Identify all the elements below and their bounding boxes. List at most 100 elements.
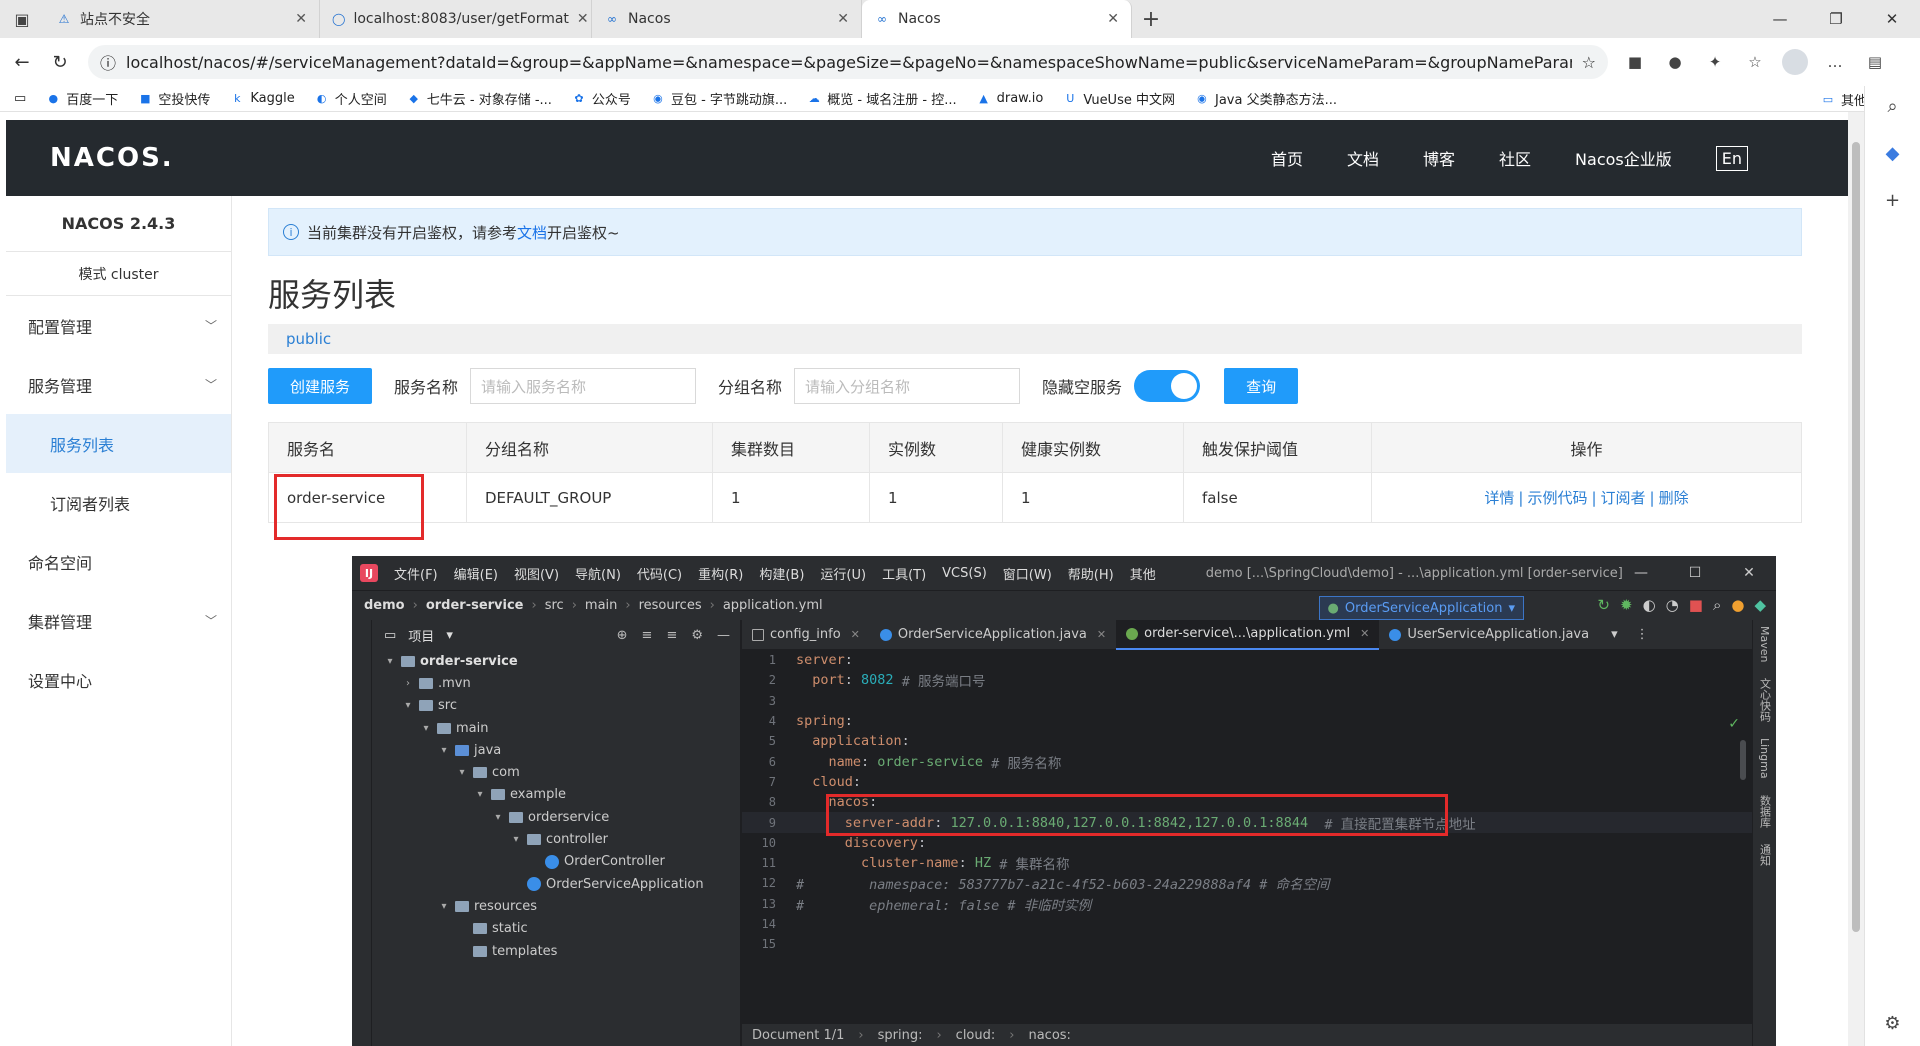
chevron-down-icon[interactable]: ▾ [446, 628, 453, 643]
crumb-main[interactable]: main [585, 598, 617, 613]
wenxin-tool[interactable]: 文心快码 [1757, 678, 1773, 722]
tree-item[interactable]: ▾ example [372, 784, 740, 806]
scroll-thumb[interactable] [1852, 142, 1860, 932]
menu-help[interactable]: 帮助(H) [1068, 564, 1114, 583]
bookmark-item[interactable]: ✿ 公众号 [572, 89, 631, 108]
bookmark-item[interactable]: ■ 空投快传 [138, 89, 210, 108]
code-line[interactable]: 15 [742, 934, 1776, 954]
menu-docs[interactable]: 文档 [1347, 146, 1379, 170]
close-tab-icon[interactable]: ✕ [295, 11, 307, 27]
tree-item[interactable]: ▾ main [372, 717, 740, 739]
close-tab-icon[interactable]: ✕ [577, 11, 589, 27]
tree-item[interactable]: ▾ controller [372, 828, 740, 850]
more-icon[interactable]: … [1822, 49, 1848, 75]
bookmark-item[interactable]: ◆ 七牛云 - 对象存储 -... [407, 89, 552, 108]
ai-assistant-icon[interactable]: ◆ [1754, 596, 1766, 614]
tree-item[interactable]: ▾ com [372, 761, 740, 783]
locate-icon[interactable]: ⊕ [617, 628, 628, 643]
language-toggle[interactable]: En [1715, 145, 1748, 171]
code-line[interactable]: 2 port: 8082 # 服务端口号 [742, 670, 1776, 690]
expand-all-icon[interactable]: ≡ [642, 628, 653, 643]
more-vert-icon[interactable]: ⋮ [1636, 627, 1649, 642]
bookmark-item[interactable]: ▲ draw.io [977, 91, 1043, 106]
chevron-down-icon[interactable]: ▾ [492, 812, 504, 823]
project-label[interactable]: 项目 [408, 626, 434, 645]
sidebar-toggle-icon[interactable]: ▤ [1862, 49, 1888, 75]
code-line[interactable]: 5 application: [742, 731, 1776, 751]
tag-icon[interactable]: ◆ [1886, 143, 1900, 164]
crumb-resources[interactable]: resources [639, 598, 702, 613]
status-path-nacos[interactable]: nacos: [1028, 1028, 1070, 1043]
ide-close-icon[interactable]: ✕ [1722, 556, 1776, 590]
tree-item[interactable]: ▾ src [372, 695, 740, 717]
delete-link[interactable]: 删除 [1659, 489, 1689, 507]
favorites-icon[interactable]: ☆ [1742, 49, 1768, 75]
tree-item[interactable]: ▾ orderservice [372, 806, 740, 828]
bookmark-item[interactable]: ◉ Java 父类静态方法... [1195, 89, 1337, 108]
sidebar-item-subscribers[interactable]: 订阅者列表 [6, 473, 231, 532]
debug-icon[interactable]: ✹ [1620, 596, 1633, 614]
browser-tab[interactable]: ⚠ 站点不安全 ✕ [44, 0, 320, 38]
group-name-input[interactable]: 请输入分组名称 [794, 368, 1021, 404]
extension-icon[interactable]: ■ [1622, 49, 1648, 75]
reload-icon[interactable]: ↻ [44, 46, 76, 78]
code-line[interactable]: 3 [742, 691, 1776, 711]
chevron-down-icon[interactable]: ▾ [420, 723, 432, 734]
tree-item[interactable]: OrderServiceApplication [372, 873, 740, 895]
bookmark-item[interactable]: ● 百度一下 [46, 89, 118, 108]
gear-icon[interactable]: ⚙ [691, 628, 703, 643]
close-tab-icon[interactable]: ✕ [1360, 627, 1369, 640]
lingma-tool[interactable]: Lingma [1758, 738, 1771, 779]
menu-run[interactable]: 运行(U) [820, 564, 866, 583]
tab-actions-icon[interactable]: ▣ [0, 0, 44, 38]
hide-empty-toggle[interactable] [1134, 370, 1201, 402]
site-info-icon[interactable]: ⓘ [100, 50, 116, 74]
sample-code-link[interactable]: 示例代码 [1527, 489, 1587, 507]
query-button[interactable]: 查询 [1224, 368, 1299, 404]
tree-item[interactable]: OrderController [372, 851, 740, 873]
add-icon[interactable]: + [1885, 190, 1900, 211]
cookie-icon[interactable]: ● [1662, 49, 1688, 75]
editor-tab[interactable]: config_info ✕ [742, 620, 870, 650]
maven-tool[interactable]: Maven [1758, 626, 1771, 662]
update-icon[interactable]: ● [1731, 596, 1744, 614]
code-line[interactable]: 13 # ephemeral: false # 非临时实例 [742, 894, 1776, 914]
sidebar-item-service[interactable]: 服务管理 ﹀ [6, 355, 231, 414]
status-path-spring[interactable]: spring: [878, 1028, 923, 1043]
menu-build[interactable]: 构建(B) [759, 564, 804, 583]
tree-item[interactable]: › .mvn [372, 672, 740, 694]
chevron-down-icon[interactable]: ▾ [456, 767, 468, 778]
database-tool[interactable]: 数据库 [1757, 795, 1773, 828]
tabs-dropdown-icon[interactable]: ▾ [1611, 627, 1618, 642]
chevron-down-icon[interactable]: ▾ [384, 656, 396, 667]
ide-maximize-icon[interactable]: ☐ [1668, 556, 1722, 590]
sidebar-item-namespace[interactable]: 命名空间 [6, 532, 231, 591]
hide-icon[interactable]: — [717, 628, 730, 643]
gear-icon[interactable]: ⚙ [1884, 1013, 1900, 1034]
menu-window[interactable]: 窗口(W) [1003, 564, 1052, 583]
create-service-button[interactable]: 创建服务 [268, 368, 373, 404]
menu-community[interactable]: 社区 [1499, 146, 1531, 170]
close-tab-icon[interactable]: ✕ [851, 628, 860, 641]
browser-tab[interactable]: ◯ localhost:8083/user/getFormat ✕ [320, 0, 592, 38]
menu-blog[interactable]: 博客 [1423, 146, 1455, 170]
menu-file[interactable]: 文件(F) [394, 564, 438, 583]
close-window-icon[interactable]: ✕ [1864, 0, 1920, 38]
page-scrollbar[interactable] [1848, 112, 1864, 1046]
chevron-down-icon[interactable]: ▾ [402, 700, 414, 711]
coverage-icon[interactable]: ◐ [1643, 596, 1656, 614]
code-line[interactable]: 7 cloud: [742, 772, 1776, 792]
code-line[interactable]: 4 spring: [742, 711, 1776, 731]
crumb-file[interactable]: application.yml [723, 598, 823, 613]
menu-edit[interactable]: 编辑(E) [454, 564, 498, 583]
ide-minimize-icon[interactable]: — [1614, 556, 1668, 590]
minimize-icon[interactable]: — [1752, 0, 1808, 38]
url-input[interactable]: ⓘ localhost/nacos/#/serviceManagement?da… [88, 45, 1608, 79]
collapse-all-icon[interactable]: ≡ [666, 628, 677, 643]
sidebar-item-service-list[interactable]: 服务列表 [6, 414, 231, 473]
menu-other[interactable]: 其他 [1130, 564, 1156, 583]
bookmark-toggle-icon[interactable]: ▭ [14, 91, 26, 106]
namespace-public[interactable]: public [286, 330, 331, 348]
tree-item[interactable]: templates [372, 940, 740, 962]
tree-item[interactable]: ▾ resources [372, 895, 740, 917]
